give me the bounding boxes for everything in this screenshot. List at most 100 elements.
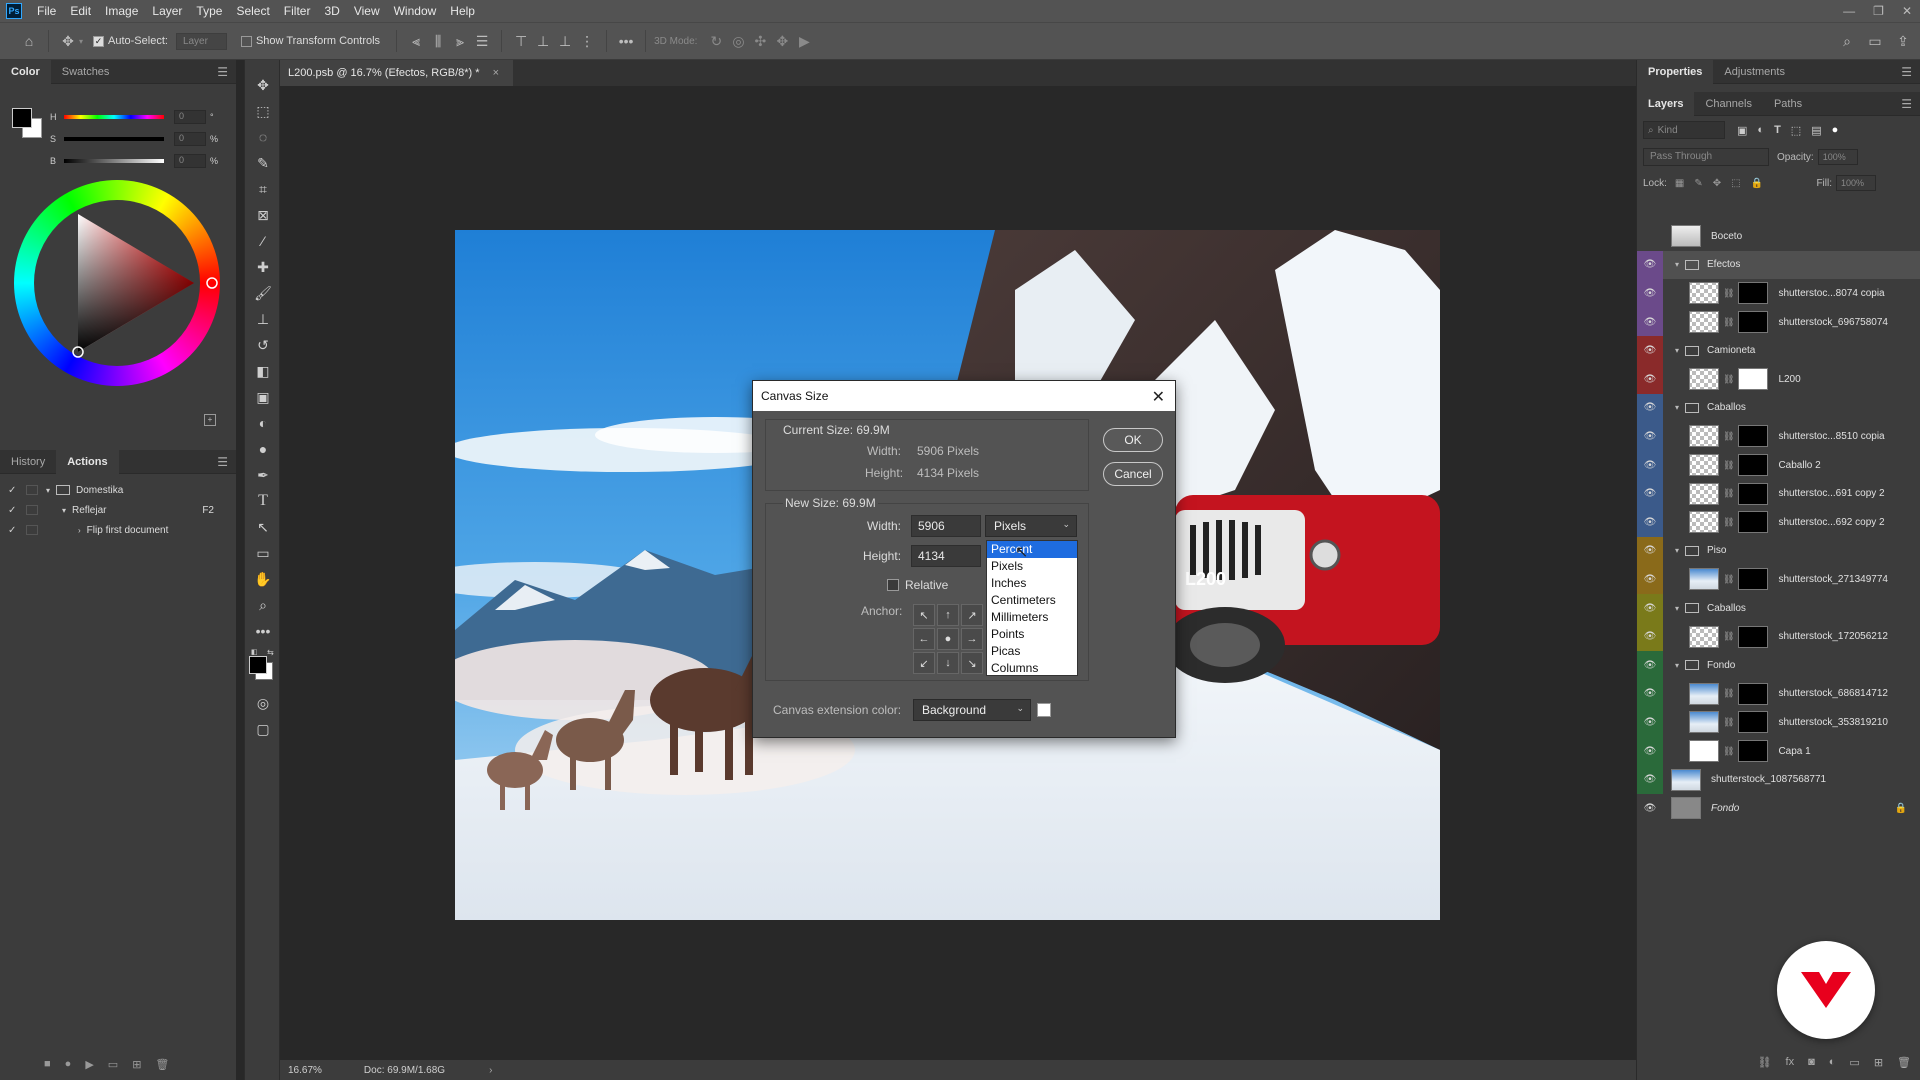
mask-link-icon[interactable]: ⛓ bbox=[1723, 374, 1734, 385]
panel-menu-icon[interactable]: ☰ bbox=[217, 455, 228, 469]
layer-row[interactable]: 👁 ⛓ L200 bbox=[1637, 365, 1920, 394]
chevron-down-icon[interactable]: ▾ bbox=[1671, 346, 1683, 355]
layer-name[interactable]: shutterstoc...8510 copia bbox=[1778, 431, 1884, 442]
stamp-tool-icon[interactable]: ⊥ bbox=[245, 306, 281, 332]
tab-actions[interactable]: Actions bbox=[56, 449, 119, 474]
chevron-down-icon[interactable]: ▾ bbox=[46, 486, 50, 495]
visibility-eye-icon[interactable]: 👁 bbox=[1637, 508, 1663, 537]
type-tool-icon[interactable]: T bbox=[245, 488, 281, 514]
new-layer-icon[interactable]: ⊞ bbox=[1874, 1056, 1883, 1076]
chevron-down-icon[interactable]: ▾ bbox=[62, 506, 66, 515]
foreground-color-swatch[interactable] bbox=[12, 108, 32, 128]
chevron-down-icon[interactable]: ▾ bbox=[1671, 403, 1683, 412]
layer-group-row[interactable]: 👁 ▾ Camioneta bbox=[1637, 336, 1920, 365]
layer-thumbnail[interactable] bbox=[1689, 368, 1719, 391]
filter-pixel-icon[interactable]: ▣ bbox=[1737, 124, 1747, 137]
mask-link-icon[interactable]: ⛓ bbox=[1723, 631, 1734, 642]
visibility-eye-icon[interactable]: 👁 bbox=[1637, 651, 1663, 680]
screen-mode-icon[interactable]: ▢ bbox=[245, 716, 281, 742]
photoshop-logo[interactable]: Ps bbox=[6, 3, 22, 19]
menu-edit[interactable]: Edit bbox=[63, 0, 98, 22]
layer-row[interactable]: 👁 ⛓ shutterstock_271349774 bbox=[1637, 565, 1920, 594]
workspace-icon[interactable]: ▭ bbox=[1864, 30, 1886, 52]
share-icon[interactable]: ⇪ bbox=[1892, 30, 1914, 52]
layer-thumbnail[interactable] bbox=[1689, 282, 1719, 305]
align-top-icon[interactable]: ⊤ bbox=[510, 30, 532, 52]
unit-option-centimeters[interactable]: Centimeters bbox=[987, 592, 1077, 609]
brush-tool-icon[interactable]: 🖌 bbox=[245, 280, 281, 306]
layer-row[interactable]: 👁 ⛓ shutterstoc...8074 copia bbox=[1637, 279, 1920, 308]
check-icon[interactable]: ✓ bbox=[8, 525, 20, 536]
panel-menu-icon[interactable]: ☰ bbox=[217, 65, 228, 79]
layer-row[interactable]: 👁 ⛓ shutterstock_686814712 bbox=[1637, 679, 1920, 709]
layer-row[interactable]: 👁 ⛓ shutterstock_353819210 bbox=[1637, 708, 1920, 737]
default-colors-icon[interactable]: ◧ bbox=[251, 648, 258, 656]
chevron-down-icon[interactable]: ▾ bbox=[1671, 604, 1683, 613]
adjustment-layer-icon[interactable]: ◐ bbox=[1829, 1056, 1836, 1076]
layer-row[interactable]: 👁 ⛓ shutterstoc...692 copy 2 bbox=[1637, 508, 1920, 537]
chevron-down-icon[interactable]: ▾ bbox=[1671, 546, 1683, 555]
auto-select-checkbox[interactable]: ✓ bbox=[93, 35, 105, 47]
brightness-slider[interactable] bbox=[64, 159, 164, 163]
auto-select-target-dropdown[interactable]: Layer bbox=[175, 32, 227, 50]
new-action-icon[interactable]: ⊞ bbox=[132, 1058, 141, 1071]
fill-input[interactable]: 100% bbox=[1836, 175, 1876, 191]
width-unit-dropdown[interactable]: Pixels ⌄ bbox=[985, 515, 1077, 537]
tab-adjustments[interactable]: Adjustments bbox=[1713, 60, 1796, 84]
visibility-eye-icon[interactable]: 👁 bbox=[1637, 708, 1663, 737]
layer-group-row[interactable]: 👁 ▾ Caballos bbox=[1637, 593, 1920, 623]
layer-row[interactable]: 👁 ⛓ Capa 1 bbox=[1637, 736, 1920, 766]
rectangle-tool-icon[interactable]: ▭ bbox=[245, 540, 281, 566]
tab-history[interactable]: History bbox=[0, 450, 56, 474]
opacity-input[interactable]: 100% bbox=[1817, 149, 1858, 165]
doc-info[interactable]: Doc: 69.9M/1.68G bbox=[364, 1065, 445, 1076]
layer-group-row[interactable]: 👁 ▾ Caballos bbox=[1637, 393, 1920, 423]
mask-link-icon[interactable]: ⛓ bbox=[1723, 488, 1734, 499]
saturation-slider[interactable] bbox=[64, 137, 164, 141]
layer-name[interactable]: Camioneta bbox=[1707, 345, 1755, 356]
path-select-tool-icon[interactable]: ↖ bbox=[245, 514, 281, 540]
brightness-value[interactable]: 0 bbox=[174, 154, 206, 168]
filter-shape-icon[interactable]: ⬚ bbox=[1791, 124, 1801, 137]
lock-pixels-icon[interactable]: ✎ bbox=[1694, 178, 1702, 189]
unit-option-percent[interactable]: Percent bbox=[987, 541, 1077, 558]
blur-tool-icon[interactable]: ◐ bbox=[245, 410, 281, 436]
visibility-eye-icon[interactable]: 👁 bbox=[1637, 279, 1663, 308]
dialog-toggle-icon[interactable] bbox=[26, 485, 38, 495]
layer-name[interactable]: shutterstock_1087568771 bbox=[1711, 774, 1826, 785]
delete-layer-icon[interactable]: 🗑 bbox=[1897, 1056, 1911, 1076]
layer-thumbnail[interactable] bbox=[1689, 425, 1719, 448]
visibility-eye-icon[interactable]: 👁 bbox=[1637, 622, 1663, 651]
lock-icon[interactable]: 🔒 bbox=[1895, 803, 1907, 814]
eraser-tool-icon[interactable]: ◧ bbox=[245, 358, 281, 384]
layer-mask-thumbnail[interactable] bbox=[1738, 740, 1769, 763]
layer-name[interactable]: Boceto bbox=[1711, 231, 1742, 242]
tab-paths[interactable]: Paths bbox=[1763, 92, 1813, 116]
relative-checkbox[interactable] bbox=[887, 579, 899, 591]
move-tool-icon[interactable]: ✥ bbox=[245, 72, 281, 98]
show-transform-checkbox[interactable] bbox=[240, 35, 252, 47]
dialog-toggle-icon[interactable] bbox=[26, 505, 38, 515]
mask-link-icon[interactable]: ⛓ bbox=[1723, 574, 1734, 585]
zoom-level[interactable]: 16.67% bbox=[288, 1065, 322, 1076]
layer-row[interactable]: 👁 shutterstock_1087568771 bbox=[1637, 765, 1920, 794]
visibility-eye-icon[interactable]: 👁 bbox=[1637, 736, 1663, 766]
menu-filter[interactable]: Filter bbox=[277, 0, 318, 22]
layer-name[interactable]: Fondo bbox=[1711, 803, 1739, 814]
align-middle-icon[interactable]: ⊥ bbox=[532, 30, 554, 52]
menu-image[interactable]: Image bbox=[98, 0, 145, 22]
close-tab-icon[interactable]: × bbox=[493, 67, 499, 79]
layer-group-row[interactable]: 👁 ▾ Piso bbox=[1637, 536, 1920, 566]
visibility-eye-icon[interactable]: 👁 bbox=[1637, 336, 1663, 365]
tab-channels[interactable]: Channels bbox=[1694, 92, 1762, 116]
anchor-left[interactable]: ← bbox=[913, 628, 935, 650]
visibility-eye-icon[interactable]: 👁 bbox=[1637, 593, 1663, 623]
healing-tool-icon[interactable]: ✚ bbox=[245, 254, 281, 280]
3d-pan-icon[interactable]: ✣ bbox=[749, 30, 771, 52]
lock-position-icon[interactable]: ✥ bbox=[1713, 178, 1721, 189]
filter-smartobject-icon[interactable]: ▤ bbox=[1811, 124, 1821, 137]
layer-mask-thumbnail[interactable] bbox=[1738, 568, 1769, 591]
layer-mask-thumbnail[interactable] bbox=[1738, 454, 1769, 477]
lasso-tool-icon[interactable]: ◌ bbox=[245, 124, 281, 150]
anchor-top-right[interactable]: ↗ bbox=[961, 604, 983, 626]
